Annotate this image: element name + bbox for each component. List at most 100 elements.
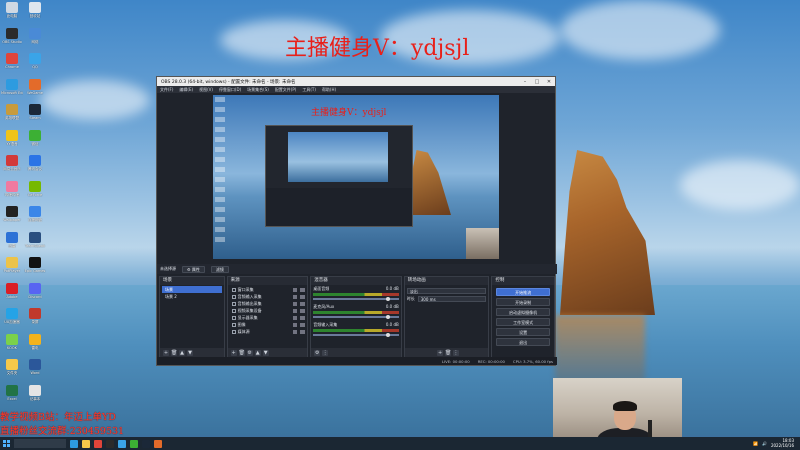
obs-icon[interactable] [106, 439, 114, 448]
network-icon[interactable]: 📶 [753, 441, 758, 446]
desktop-icon[interactable]: 网易云音乐 [1, 155, 23, 171]
gear-icon[interactable]: ⚙ [314, 349, 321, 356]
source-item[interactable]: 音频输入采集 [230, 293, 306, 300]
desktop-icon[interactable]: TeamSpeak [24, 231, 46, 248]
desktop-icon[interactable]: WeGame [24, 78, 46, 95]
source-item[interactable]: 视频采集设备 [230, 307, 306, 314]
source-item[interactable]: 窗口采集 [230, 286, 306, 293]
desktop-icon[interactable]: UU加速器 [1, 308, 23, 324]
chrome-icon[interactable] [94, 439, 102, 448]
steam-icon[interactable] [142, 439, 150, 448]
desktop-icon[interactable]: 百度网盘 [24, 206, 46, 222]
menu-docks[interactable]: 停靠窗口(D) [219, 87, 241, 93]
menu-profile[interactable]: 配置文件(P) [275, 87, 297, 93]
more-options-icon[interactable]: ⋮ [453, 349, 460, 356]
source-item[interactable]: 显示器采集 [230, 314, 306, 321]
desktop-icon[interactable]: 腾讯会议 [24, 155, 46, 171]
desktop-icon[interactable]: PotPlayer [1, 257, 23, 273]
volume-slider[interactable] [313, 315, 399, 319]
close-button[interactable]: ✕ [543, 79, 555, 85]
desktop-icon[interactable]: 文件夹 [1, 359, 23, 375]
desktop-icon[interactable]: 网络 [24, 27, 46, 44]
start-recording-button[interactable]: 开始录制 [496, 298, 550, 306]
menu-help[interactable]: 帮助(H) [322, 87, 336, 93]
desktop-icon[interactable]: KOOK [1, 333, 23, 350]
obs-preview[interactable]: 主播健身V：ydjsjl [213, 95, 499, 259]
desktop-icon[interactable]: Word [24, 359, 46, 375]
properties-button[interactable]: ⚙ 属性 [182, 265, 205, 273]
menu-scene-collection[interactable]: 场景集合(S) [247, 87, 269, 93]
desktop-icon[interactable]: 记事本 [24, 384, 46, 401]
visibility-lock-icon[interactable] [293, 322, 306, 327]
duration-input[interactable]: 300 ms [417, 296, 487, 302]
menu-edit[interactable]: 编辑(E) [179, 87, 193, 93]
desktop-icon[interactable]: 迅雷 [1, 231, 23, 248]
scene-item[interactable]: 场景 [162, 286, 222, 293]
add-source-button[interactable]: + [230, 349, 237, 356]
desktop-icon[interactable]: 英雄联盟 [1, 104, 23, 120]
visibility-lock-icon[interactable] [293, 301, 306, 306]
wegame-icon[interactable] [154, 439, 162, 448]
clock[interactable]: 18:03 2022/10/16 [771, 438, 794, 448]
desktop-icon[interactable]: 哔哩哔哩 [1, 180, 23, 197]
volume-slider[interactable] [313, 333, 399, 337]
folder-icon[interactable] [82, 439, 90, 448]
visibility-lock-icon[interactable] [293, 329, 306, 334]
desktop-icon[interactable]: Microsoft Edge [1, 78, 23, 95]
more-options-icon[interactable]: ⋮ [322, 349, 329, 356]
desktop-icon[interactable]: GeForce [24, 180, 46, 197]
source-item[interactable]: 媒体源 [230, 328, 306, 335]
menu-file[interactable]: 文件(F) [160, 87, 173, 93]
source-item[interactable]: 图像 [230, 321, 306, 328]
desktop-icon[interactable]: Wallpaper [1, 206, 23, 222]
obs-window[interactable]: OBS 28.0.3 (64-bit, windows) - 配置文件: 未命名… [156, 76, 557, 366]
menu-tools[interactable]: 工具(T) [302, 87, 316, 93]
maximize-button[interactable]: □ [531, 79, 543, 85]
visibility-lock-icon[interactable] [293, 315, 306, 320]
visibility-lock-icon[interactable] [293, 308, 306, 313]
settings-button[interactable]: 设置 [496, 328, 550, 336]
taskbar-search[interactable] [14, 439, 66, 448]
start-button[interactable] [0, 437, 12, 450]
visibility-lock-icon[interactable] [293, 294, 306, 299]
gear-icon[interactable]: ⚙ [246, 349, 253, 356]
desktop-icon[interactable]: Epic Games [24, 257, 46, 273]
filters-button[interactable]: 滤镜 [210, 265, 229, 273]
add-transition-button[interactable]: + [437, 349, 444, 356]
exit-button[interactable]: 退出 [496, 338, 550, 346]
desktop-icon[interactable]: 回收站 [24, 2, 46, 18]
start-streaming-button[interactable]: 开始推流 [496, 288, 550, 296]
add-scene-button[interactable]: + [163, 349, 169, 356]
move-up-icon[interactable]: ▲ [254, 349, 261, 356]
menu-view[interactable]: 视图(V) [199, 87, 213, 93]
move-down-icon[interactable]: ▼ [262, 349, 269, 356]
remove-transition-button[interactable]: 🗑 [445, 349, 451, 356]
visibility-lock-icon[interactable] [293, 287, 306, 292]
volume-slider[interactable] [313, 297, 399, 301]
desktop-icon[interactable]: Chrome [1, 53, 23, 69]
move-down-icon[interactable]: ▼ [187, 349, 193, 356]
desktop-icon[interactable]: 微信 [24, 129, 46, 146]
volume-icon[interactable]: 🔊 [762, 441, 767, 446]
virtual-camera-button[interactable]: 启动虚拟摄像机 [496, 308, 550, 316]
qq-icon[interactable] [118, 439, 126, 448]
wechat-icon[interactable] [130, 439, 138, 448]
desktop-icon[interactable]: YY语音 [1, 129, 23, 146]
desktop-icon[interactable]: 录屏 [24, 308, 46, 324]
transition-select[interactable]: 淡出 [406, 288, 487, 294]
desktop-icon[interactable]: Discord [24, 282, 46, 299]
studio-mode-button[interactable]: 工作室模式 [496, 318, 550, 326]
minimize-button[interactable]: – [519, 79, 531, 85]
scene-item[interactable]: 场景 2 [162, 293, 222, 300]
desktop-icon[interactable]: 雷电 [24, 333, 46, 350]
remove-scene-button[interactable]: 🗑 [171, 349, 177, 356]
source-item[interactable]: 音频输出采集 [230, 300, 306, 307]
desktop-icon[interactable]: Steam [24, 104, 46, 120]
desktop-icon[interactable]: Excel [1, 384, 23, 401]
remove-source-button[interactable]: 🗑 [238, 349, 245, 356]
desktop-icon[interactable]: OBS Studio [1, 27, 23, 44]
desktop-icon[interactable]: 此电脑 [1, 2, 23, 18]
obs-titlebar[interactable]: OBS 28.0.3 (64-bit, windows) - 配置文件: 未命名… [157, 77, 555, 86]
desktop-icon[interactable]: Adobe [1, 282, 23, 299]
move-up-icon[interactable]: ▲ [179, 349, 185, 356]
